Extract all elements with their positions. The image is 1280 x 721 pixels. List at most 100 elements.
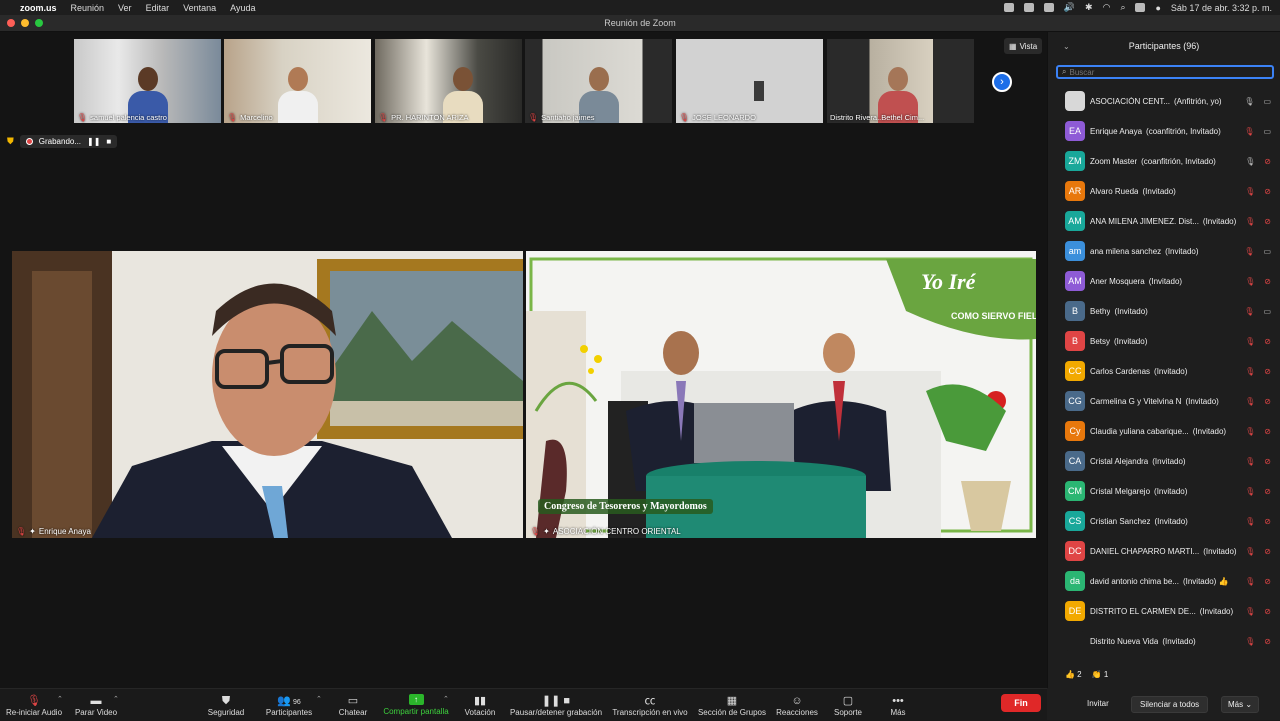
poll-button[interactable]: ▮▮ Votación [461, 689, 499, 721]
strip-video-1[interactable]: 🎙︎ samuel palencia castro [74, 39, 221, 123]
mic-muted-icon[interactable]: 🎙︎ [1245, 217, 1255, 226]
menu-ventana[interactable]: Ventana [183, 3, 216, 13]
mic-muted-icon[interactable]: 🎙︎ [1245, 517, 1255, 526]
share-screen-button[interactable]: ↑ Compartir pantalla [382, 689, 450, 721]
camera-icon[interactable]: ▭ [1263, 247, 1271, 256]
mute-all-button[interactable]: Silenciar a todos [1131, 696, 1209, 713]
menu-ver[interactable]: Ver [118, 3, 132, 13]
support-button[interactable]: ▢ Soporte [831, 689, 865, 721]
camera-icon[interactable]: ▭ [1263, 97, 1271, 106]
view-button[interactable]: ▦ Vista [1004, 38, 1043, 54]
mic-muted-icon[interactable]: 🎙︎ [1245, 337, 1255, 346]
recording-control-button[interactable]: ❚❚ ■ Pausar/detener grabación [509, 689, 603, 721]
strip-video-5[interactable]: 🎙︎ JOSE LEONARDO [676, 39, 823, 123]
chevron-down-icon[interactable]: ⌄ [1063, 42, 1070, 51]
mic-muted-icon[interactable]: 🎙︎ [1245, 277, 1255, 286]
share-caret-icon[interactable]: ⌃ [443, 695, 449, 703]
camera-off-icon[interactable]: ⊘ [1264, 217, 1271, 226]
participant-row[interactable]: am ana milena sanchez (Invitado) 🎙︎ ▭ [1048, 236, 1280, 266]
search-input[interactable] [1069, 67, 1250, 77]
camera-off-icon[interactable]: ⊘ [1264, 367, 1271, 376]
participants-button[interactable]: 👥 96 Participantes [263, 689, 315, 721]
chat-button[interactable]: ▭ Chatear [333, 689, 373, 721]
participant-row[interactable]: Distrito Nueva Vida (Invitado) 🎙︎ ⊘ [1048, 626, 1280, 656]
participant-row[interactable]: CM Cristal Melgarejo (Invitado) 🎙︎ ⊘ [1048, 476, 1280, 506]
camera-off-icon[interactable]: ⊘ [1264, 547, 1271, 556]
more-options-button[interactable]: Más ⌄ [1221, 696, 1260, 713]
camera-icon[interactable]: ▭ [1263, 127, 1271, 136]
more-button[interactable]: ••• Más [884, 689, 912, 721]
mic-muted-icon[interactable]: 🎙︎ [1245, 637, 1255, 646]
mic-muted-icon[interactable]: 🎙︎ [1245, 367, 1255, 376]
menu-ayuda[interactable]: Ayuda [230, 3, 255, 13]
participant-row[interactable]: CG Carmelina G y Vitelvina N (Invitado) 🎙︎ ⊘ [1048, 386, 1280, 416]
volume-icon[interactable]: 🔊 [1064, 2, 1075, 13]
participant-row[interactable]: DE DISTRITO EL CARMEN DE... (Invitado) 🎙︎ ⊘ [1048, 596, 1280, 626]
participant-row[interactable]: CS Cristian Sanchez (Invitado) 🎙︎ ⊘ [1048, 506, 1280, 536]
camera-off-icon[interactable]: ⊘ [1264, 487, 1271, 496]
camera-off-icon[interactable]: ⊘ [1264, 187, 1271, 196]
stop-recording-icon[interactable]: ■ [106, 137, 111, 146]
camera-off-icon[interactable]: ⊘ [1264, 157, 1271, 166]
camera-off-icon[interactable]: ⊘ [1264, 277, 1271, 286]
strip-video-6[interactable]: Distrito Rivera..Bethel Cim... [827, 39, 974, 123]
close-window-button[interactable] [7, 19, 15, 27]
participant-row[interactable]: EA Enrique Anaya (coanfitrión, Invitado) 🎙︎… [1048, 116, 1280, 146]
pause-recording-icon[interactable]: ❚❚ [87, 137, 100, 146]
invite-button[interactable]: Invitar [1079, 696, 1117, 711]
mic-muted-icon[interactable]: 🎙︎ [1245, 577, 1255, 586]
participant-row[interactable]: CA Cristal Alejandra (Invitado) 🎙︎ ⊘ [1048, 446, 1280, 476]
mic-icon[interactable]: 🎙︎ [1244, 97, 1254, 106]
participant-row[interactable]: B Bethy (Invitado) 🎙︎ ▭ [1048, 296, 1280, 326]
strip-video-3[interactable]: 🎙︎ PR. HARINTON ARIZA [375, 39, 522, 123]
mic-muted-icon[interactable]: 🎙︎ [1245, 457, 1255, 466]
zoom-window-button[interactable] [35, 19, 43, 27]
participant-list[interactable]: ASOCIACIÓN CENT... (Anfitrión, yo) 🎙︎ ▭ EA En… [1048, 86, 1280, 660]
transcription-button[interactable]: ㏄ Transcripción en vivo [611, 689, 689, 721]
camera-off-icon[interactable]: ⊘ [1264, 517, 1271, 526]
menu-editar[interactable]: Editar [146, 3, 170, 13]
camera-off-icon[interactable]: ⊘ [1264, 457, 1271, 466]
participant-row[interactable]: ASOCIACIÓN CENT... (Anfitrión, yo) 🎙︎ ▭ [1048, 86, 1280, 116]
zoom-status-icon[interactable] [1003, 3, 1014, 12]
security-button[interactable]: ⛊ Seguridad [202, 689, 250, 721]
strip-video-4[interactable]: 🎙︎ Santiaho jaimes [525, 39, 672, 123]
sync-icon[interactable] [1023, 3, 1034, 12]
participant-search[interactable]: ⌕ [1056, 65, 1274, 79]
camera-off-icon[interactable]: ⊘ [1264, 427, 1271, 436]
video-caret-icon[interactable]: ⌃ [113, 695, 119, 703]
menu-reunion[interactable]: Reunión [71, 3, 105, 13]
strip-video-2[interactable]: 🎙︎ Marcelino [224, 39, 371, 123]
participants-caret-icon[interactable]: ⌃ [316, 695, 322, 703]
camera-off-icon[interactable]: ⊘ [1264, 637, 1271, 646]
camera-off-icon[interactable]: ⊘ [1264, 607, 1271, 616]
participant-row[interactable]: ZM Zoom Master (coanfitrión, Invitado) 🎙︎ ⊘ [1048, 146, 1280, 176]
audio-button[interactable]: 🎙︎ Re-iniciar Audio [4, 689, 64, 721]
mic-muted-icon[interactable]: 🎙︎ [1245, 487, 1255, 496]
control-center-icon[interactable] [1135, 3, 1146, 12]
breakout-rooms-button[interactable]: ▦ Sección de Grupos [697, 689, 767, 721]
spotlight-icon[interactable]: ⌕ [1120, 2, 1125, 13]
mic-muted-icon[interactable]: 🎙︎ [1244, 247, 1254, 256]
mic-muted-icon[interactable]: 🎙︎ [1244, 307, 1254, 316]
video-button[interactable]: ▬ Parar Video [72, 689, 120, 721]
reactions-button[interactable]: ☺ Reacciones [775, 689, 819, 721]
participant-row[interactable]: Cy Claudia yuliana cabarique... (Invitado)… [1048, 416, 1280, 446]
mic-muted-icon[interactable]: 🎙︎ [1245, 427, 1255, 436]
cloud-icon[interactable] [1043, 3, 1054, 12]
mic-muted-icon[interactable]: 🎙︎ [1245, 397, 1255, 406]
participant-row[interactable]: AR Alvaro Rueda (Invitado) 🎙︎ ⊘ [1048, 176, 1280, 206]
siri-icon[interactable]: ● [1155, 3, 1160, 13]
participant-row[interactable]: AM Aner Mosquera (Invitado) 🎙︎ ⊘ [1048, 266, 1280, 296]
mic-muted-icon[interactable]: 🎙︎ [1245, 547, 1255, 556]
participant-row[interactable]: DC DANIEL CHAPARRO MARTI... (Invitado) 🎙︎ ⊘ [1048, 536, 1280, 566]
participant-row[interactable]: CC Carlos Cardenas (Invitado) 🎙︎ ⊘ [1048, 356, 1280, 386]
mic-muted-icon[interactable]: 🎙︎ [1245, 607, 1255, 616]
bluetooth-icon[interactable]: ✱ [1085, 2, 1093, 13]
main-video-stage[interactable]: Yo Iré COMO SIERVO FIEL Congreso de Teso… [526, 251, 1036, 538]
participant-row[interactable]: da david antonio chima be... (Invitado) 👍 🎙… [1048, 566, 1280, 596]
camera-off-icon[interactable]: ⊘ [1264, 337, 1271, 346]
camera-icon[interactable]: ▭ [1263, 307, 1271, 316]
mic-icon[interactable]: 🎙︎ [1245, 157, 1255, 166]
camera-off-icon[interactable]: ⊘ [1264, 577, 1271, 586]
